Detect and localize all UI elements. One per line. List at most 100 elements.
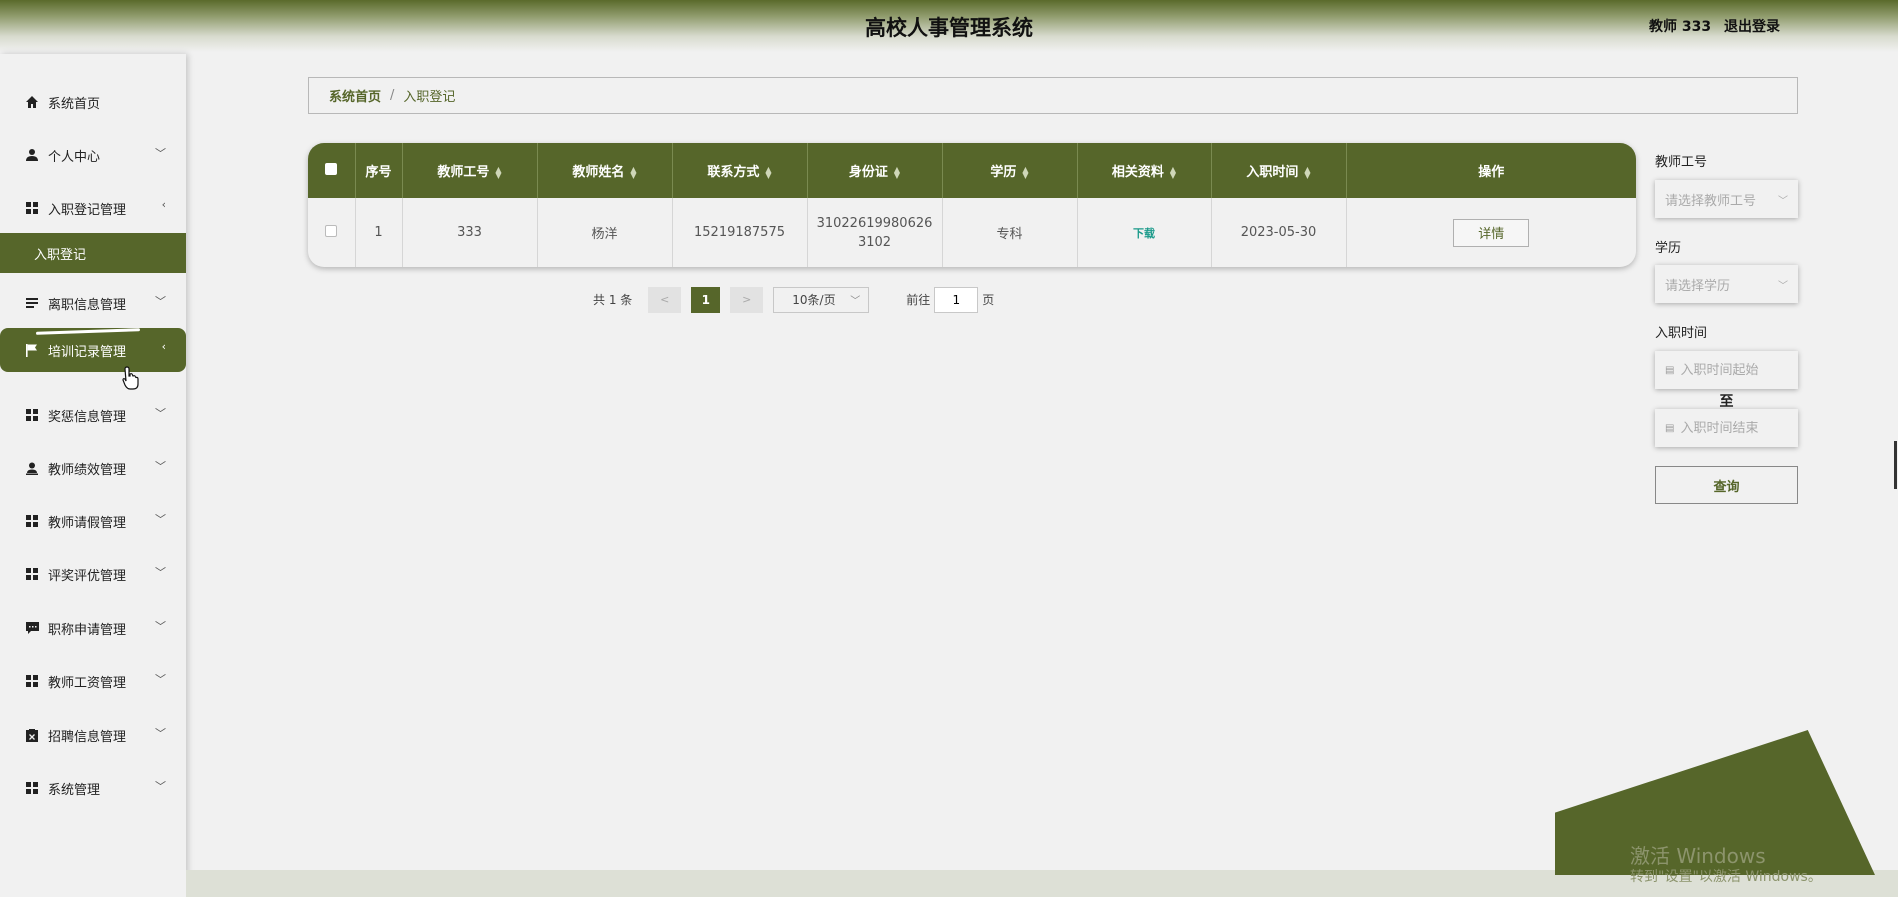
download-link[interactable]: 下载 bbox=[1133, 227, 1155, 240]
sidebar-item-awards[interactable]: 评奖评优管理 ﹀ bbox=[0, 552, 186, 596]
flag-icon bbox=[24, 342, 40, 358]
col-header-education[interactable]: 学历 ▲ ▼ bbox=[942, 143, 1078, 198]
sidebar-item-resignation[interactable]: 离职信息管理 ﹀ bbox=[0, 281, 186, 325]
sidebar-item-home[interactable]: 系统首页 bbox=[0, 80, 186, 124]
sort-icon[interactable]: ▲ ▼ bbox=[1022, 165, 1028, 179]
col-header-name[interactable]: 教师姓名 ▲ ▼ bbox=[537, 143, 673, 198]
grid-icon bbox=[24, 407, 40, 423]
chevron-down-icon: ﹀ bbox=[155, 566, 166, 579]
col-header-date[interactable]: 入职时间 ▲ ▼ bbox=[1211, 143, 1347, 198]
select-all-checkbox[interactable] bbox=[308, 143, 356, 198]
sidebar-item-performance[interactable]: 教师绩效管理 ﹀ bbox=[0, 446, 186, 490]
col-header-id-card[interactable]: 身份证 ▲ ▼ bbox=[807, 143, 943, 198]
chevron-down-icon: ﹀ bbox=[155, 407, 166, 420]
activation-watermark: 激活 Windows bbox=[1630, 844, 1766, 868]
scrollbar-thumb[interactable] bbox=[1894, 441, 1897, 489]
sidebar-item-training[interactable]: 培训记录管理 ‹ bbox=[0, 328, 186, 372]
app-title: 高校人事管理系统 bbox=[865, 16, 1033, 40]
cell-name: 杨洋 bbox=[537, 198, 673, 267]
date-start-input[interactable] bbox=[1680, 362, 1791, 378]
sidebar-subitem-onboarding[interactable]: 入职登记 bbox=[0, 233, 186, 273]
breadcrumb: 系统首页 / 入职登记 bbox=[308, 77, 1798, 114]
col-header-label: 身份证 bbox=[848, 165, 888, 180]
education-label: 学历 bbox=[1655, 241, 1682, 256]
date-start-field[interactable]: ▤ bbox=[1655, 351, 1798, 389]
row-checkbox[interactable] bbox=[308, 198, 356, 267]
chevron-down-icon: ﹀ bbox=[1778, 195, 1788, 207]
breadcrumb-current: 入职登记 bbox=[403, 90, 456, 105]
education-select[interactable]: 请选择学历 ﹀ bbox=[1655, 265, 1798, 303]
col-header-file[interactable]: 相关资料 ▲ ▼ bbox=[1077, 143, 1212, 198]
sidebar-item-label: 离职信息管理 bbox=[48, 297, 127, 313]
col-header-index: 序号 bbox=[355, 143, 403, 198]
sort-icon[interactable]: ▲ ▼ bbox=[894, 165, 900, 179]
sidebar-item-label: 系统管理 bbox=[48, 782, 101, 798]
chevron-down-icon: ﹀ bbox=[155, 147, 166, 160]
sort-icon[interactable]: ▲ ▼ bbox=[1304, 165, 1310, 179]
calendar-icon: ▤ bbox=[1665, 422, 1675, 434]
date-end-input[interactable] bbox=[1680, 420, 1791, 436]
sidebar-item-label: 系统首页 bbox=[48, 96, 101, 112]
hand-cursor-icon bbox=[122, 366, 140, 396]
clipboard-icon bbox=[24, 727, 40, 743]
sidebar-item-rewards[interactable]: 奖惩信息管理 ﹀ bbox=[0, 393, 186, 437]
col-header-label: 相关资料 bbox=[1111, 165, 1164, 180]
sort-icon[interactable]: ▲ ▼ bbox=[765, 165, 771, 179]
breadcrumb-home[interactable]: 系统首页 bbox=[329, 86, 381, 105]
page-suffix: 页 bbox=[982, 293, 995, 307]
sort-icon[interactable]: ▲ ▼ bbox=[630, 165, 636, 179]
sidebar-item-leave[interactable]: 教师请假管理 ﹀ bbox=[0, 499, 186, 543]
total-count: 共 1 条 bbox=[593, 293, 633, 307]
chevron-up-icon: ‹ bbox=[161, 198, 166, 211]
pagination: 共 1 条 < 1 > 10条/页 ﹀ 前往 页 bbox=[593, 286, 994, 313]
grid-icon bbox=[24, 566, 40, 582]
logout-link[interactable]: 退出登录 bbox=[1724, 19, 1780, 35]
cell-date: 2023-05-30 bbox=[1211, 198, 1347, 267]
date-end-field[interactable]: ▤ bbox=[1655, 409, 1798, 447]
date-label: 入职时间 bbox=[1655, 326, 1708, 341]
page-number-current[interactable]: 1 bbox=[691, 286, 721, 313]
sort-icon[interactable]: ▲ ▼ bbox=[1170, 165, 1176, 179]
sidebar-item-system[interactable]: 系统管理 ﹀ bbox=[0, 766, 186, 810]
prev-page-button[interactable]: < bbox=[648, 286, 682, 313]
goto-page-input[interactable] bbox=[934, 286, 979, 313]
sidebar-item-label: 培训记录管理 bbox=[48, 344, 127, 360]
chevron-down-icon: ﹀ bbox=[155, 460, 166, 473]
cell-phone: 15219187575 bbox=[672, 198, 808, 267]
user-icon bbox=[24, 147, 40, 163]
col-header-action: 操作 bbox=[1478, 165, 1505, 180]
sidebar-item-label: 奖惩信息管理 bbox=[48, 409, 127, 425]
chevron-down-icon: ﹀ bbox=[155, 513, 166, 526]
page-size-select[interactable]: 10条/页 ﹀ bbox=[773, 286, 870, 313]
username: 教师 333 bbox=[1649, 19, 1712, 35]
col-header-phone[interactable]: 联系方式 ▲ ▼ bbox=[672, 143, 808, 198]
sidebar-item-label: 入职登记管理 bbox=[48, 202, 127, 218]
query-button[interactable]: 查询 bbox=[1655, 466, 1798, 504]
page-size-value: 10条/页 bbox=[792, 293, 836, 307]
next-page-button[interactable]: > bbox=[730, 286, 764, 313]
header-bar: 高校人事管理系统 教师 333 退出登录 bbox=[0, 0, 1898, 52]
data-table: 序号 教师工号 ▲ ▼ 教师姓名 ▲ ▼ 联系方式 ▲ ▼ 身份证 ▲ ▼ 学历 ▲ ▼ 相关资料 ▲… bbox=[308, 143, 1636, 267]
sidebar-item-label: 个人中心 bbox=[48, 149, 101, 165]
sidebar-item-label: 教师请假管理 bbox=[48, 515, 127, 531]
sidebar-item-title-apply[interactable]: 职称申请管理 ﹀ bbox=[0, 606, 186, 650]
sort-icon[interactable]: ▲ ▼ bbox=[495, 165, 501, 179]
sidebar-item-label: 评奖评优管理 bbox=[48, 568, 127, 584]
user-area: 教师 333 退出登录 bbox=[1641, 16, 1780, 36]
sidebar-item-salary[interactable]: 教师工资管理 ﹀ bbox=[0, 659, 186, 703]
cell-education: 专科 bbox=[942, 198, 1078, 267]
sidebar-item-personal[interactable]: 个人中心 ﹀ bbox=[0, 133, 186, 177]
chevron-down-icon: ﹀ bbox=[850, 296, 861, 307]
sidebar-item-onboarding-mgmt[interactable]: 入职登记管理 ‹ bbox=[0, 186, 186, 230]
col-header-teacher-id[interactable]: 教师工号 ▲ ▼ bbox=[402, 143, 538, 198]
detail-button[interactable]: 详情 bbox=[1453, 218, 1530, 247]
teacher-id-select[interactable]: 请选择教师工号 ﹀ bbox=[1655, 180, 1798, 218]
table-row: 1 333 杨洋 15219187575 31022619980626 3102… bbox=[308, 198, 1636, 267]
id-card-line: 3102 bbox=[857, 234, 892, 250]
col-header-label: 入职时间 bbox=[1246, 165, 1299, 180]
cell-action: 详情 bbox=[1346, 198, 1636, 267]
teacher-id-placeholder: 请选择教师工号 bbox=[1665, 193, 1757, 209]
home-icon bbox=[24, 94, 40, 110]
sidebar-item-label: 招聘信息管理 bbox=[48, 729, 127, 745]
sidebar-item-recruitment[interactable]: 招聘信息管理 ﹀ bbox=[0, 713, 186, 757]
